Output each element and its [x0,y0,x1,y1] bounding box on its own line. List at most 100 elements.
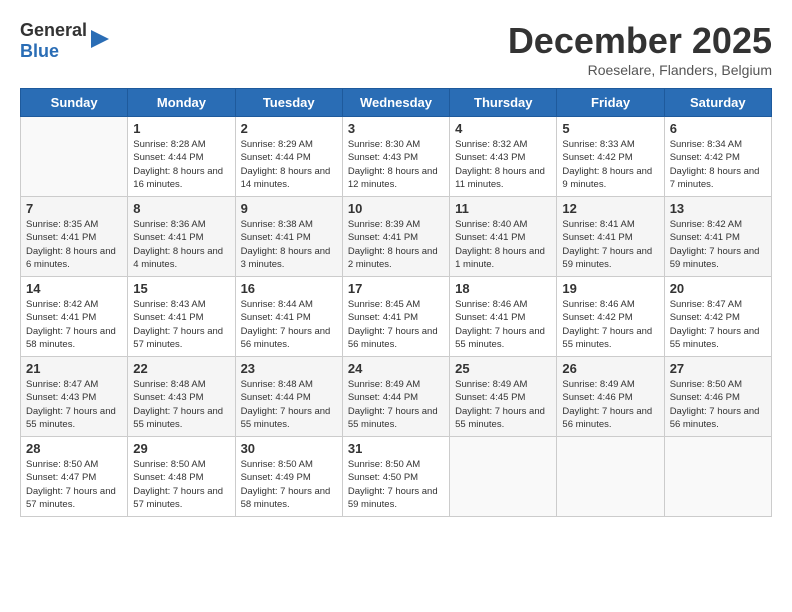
day-cell: 22Sunrise: 8:48 AMSunset: 4:43 PMDayligh… [128,357,235,437]
day-cell: 17Sunrise: 8:45 AMSunset: 4:41 PMDayligh… [342,277,449,357]
day-number: 15 [133,281,229,296]
sunrise-label: Sunrise: 8:32 AM [455,139,527,150]
sunrise-label: Sunrise: 8:47 AM [26,379,98,390]
col-header-friday: Friday [557,89,664,117]
daylight-label: Daylight: 8 hours and 14 minutes. [241,166,331,190]
day-cell: 18Sunrise: 8:46 AMSunset: 4:41 PMDayligh… [450,277,557,357]
day-number: 25 [455,361,551,376]
sunset-label: Sunset: 4:42 PM [562,152,632,163]
sunset-label: Sunset: 4:41 PM [455,232,525,243]
col-header-saturday: Saturday [664,89,771,117]
day-number: 3 [348,121,444,136]
sunset-label: Sunset: 4:44 PM [241,152,311,163]
day-number: 24 [348,361,444,376]
day-number: 12 [562,201,658,216]
cell-content: Sunrise: 8:41 AMSunset: 4:41 PMDaylight:… [562,218,658,271]
sunrise-label: Sunrise: 8:50 AM [348,459,420,470]
day-number: 5 [562,121,658,136]
sunrise-label: Sunrise: 8:40 AM [455,219,527,230]
sunset-label: Sunset: 4:42 PM [670,312,740,323]
day-cell [450,437,557,517]
day-cell [664,437,771,517]
day-number: 21 [26,361,122,376]
daylight-label: Daylight: 7 hours and 59 minutes. [348,486,438,510]
cell-content: Sunrise: 8:38 AMSunset: 4:41 PMDaylight:… [241,218,337,271]
logo-triangle-icon [89,28,111,50]
daylight-label: Daylight: 7 hours and 58 minutes. [241,486,331,510]
sunrise-label: Sunrise: 8:48 AM [241,379,313,390]
day-cell: 15Sunrise: 8:43 AMSunset: 4:41 PMDayligh… [128,277,235,357]
day-number: 1 [133,121,229,136]
cell-content: Sunrise: 8:42 AM Sunset: 4:41 PM Daylight:… [670,218,766,271]
day-number: 16 [241,281,337,296]
sunset-label: Sunset: 4:43 PM [455,152,525,163]
col-header-sunday: Sunday [21,89,128,117]
sunset-label: Sunset: 4:41 PM [455,312,525,323]
cell-content: Sunrise: 8:32 AMSunset: 4:43 PMDaylight:… [455,138,551,191]
week-row-5: 28Sunrise: 8:50 AMSunset: 4:47 PMDayligh… [21,437,772,517]
day-cell: 8Sunrise: 8:36 AMSunset: 4:41 PMDaylight… [128,197,235,277]
sunset-label: Sunset: 4:41 PM [348,312,418,323]
daylight-label: Daylight: 7 hours and 55 minutes. [133,406,223,430]
sunrise-label: Sunrise: 8:50 AM [133,459,205,470]
day-cell: 13Sunrise: 8:42 AMSunset: 4:41 PMDayligh… [664,197,771,277]
sunrise-label: Sunrise: 8:42 AM [670,219,742,230]
sunset-label: Sunset: 4:43 PM [26,392,96,403]
day-cell: 4Sunrise: 8:32 AMSunset: 4:43 PMDaylight… [450,117,557,197]
daylight-label: Daylight: 7 hours and 56 minutes. [670,406,760,430]
cell-content: Sunrise: 8:33 AMSunset: 4:42 PMDaylight:… [562,138,658,191]
day-number: 2 [241,121,337,136]
sunrise-label: Sunrise: 8:46 AM [562,299,634,310]
day-cell: 9 Sunrise: 8:38 AMSunset: 4:41 PMDaylight… [235,197,342,277]
day-cell: 30Sunrise: 8:50 AMSunset: 4:49 PMDayligh… [235,437,342,517]
day-cell: 26Sunrise: 8:49 AMSunset: 4:46 PMDayligh… [557,357,664,437]
day-number: 23 [241,361,337,376]
daylight-label: Daylight: 8 hours and 4 minutes. [133,246,223,270]
sunset-label: Sunset: 4:46 PM [562,392,632,403]
sunset-label: Sunset: 4:41 PM [241,312,311,323]
cell-content: Sunrise: 8:42 AMSunset: 4:41 PMDaylight:… [26,298,122,351]
day-number: 18 [455,281,551,296]
sunset-label: Sunset: 4:41 PM [133,232,203,243]
sunset-label: Sunset: 4:46 PM [670,392,740,403]
daylight-label: Daylight: 8 hours and 6 minutes. [26,246,116,270]
day-cell: 23Sunrise: 8:48 AMSunset: 4:44 PMDayligh… [235,357,342,437]
day-cell: 31Sunrise: 8:50 AMSunset: 4:50 PMDayligh… [342,437,449,517]
day-number: 7 [26,201,122,216]
daylight-label: Daylight: 7 hours and 57 minutes. [133,486,223,510]
day-cell: 12 Sunrise: 8:41 AMSunset: 4:41 PMDayligh… [557,197,664,277]
sunrise-label: Sunrise: 8:28 AM [133,139,205,150]
cell-content: Sunrise: 8:48 AMSunset: 4:43 PMDaylight:… [133,378,229,431]
day-number: 17 [348,281,444,296]
sunset-label: Sunset: 4:41 PM [562,232,632,243]
day-cell: 29Sunrise: 8:50 AMSunset: 4:48 PMDayligh… [128,437,235,517]
cell-content: Sunrise: 8:50 AMSunset: 4:49 PMDaylight:… [241,458,337,511]
day-number: 26 [562,361,658,376]
sunrise-label: Sunrise: 8:39 AM [348,219,420,230]
day-cell: 19Sunrise: 8:46 AMSunset: 4:42 PMDayligh… [557,277,664,357]
week-row-3: 14Sunrise: 8:42 AMSunset: 4:41 PMDayligh… [21,277,772,357]
daylight-label: Daylight: 7 hours and 59 minutes. [670,246,760,270]
logo: General Blue [20,20,111,61]
sunset-label: Sunset: 4:43 PM [133,392,203,403]
sunrise-label: Sunrise: 8:49 AM [348,379,420,390]
day-cell [21,117,128,197]
col-header-tuesday: Tuesday [235,89,342,117]
day-cell: 21Sunrise: 8:47 AMSunset: 4:43 PMDayligh… [21,357,128,437]
day-cell: 7Sunrise: 8:35 AMSunset: 4:41 PMDaylight… [21,197,128,277]
cell-content: Sunrise: 8:49 AMSunset: 4:45 PMDaylight:… [455,378,551,431]
daylight-label: Daylight: 8 hours and 12 minutes. [348,166,438,190]
day-number: 27 [670,361,766,376]
sunset-label: Sunset: 4:41 PM [670,232,740,243]
logo-blue: Blue [20,41,59,62]
day-cell [557,437,664,517]
sunrise-label: Sunrise: 8:42 AM [26,299,98,310]
cell-content: Sunrise: 8:46 AMSunset: 4:42 PMDaylight:… [562,298,658,351]
day-number: 29 [133,441,229,456]
sunset-label: Sunset: 4:41 PM [241,232,311,243]
daylight-label: Daylight: 7 hours and 55 minutes. [455,326,545,350]
cell-content: Sunrise: 8:29 AMSunset: 4:44 PMDaylight:… [241,138,337,191]
day-number: 9 [241,201,337,216]
cell-content: Sunrise: 8:47 AMSunset: 4:42 PMDaylight:… [670,298,766,351]
day-cell: 16Sunrise: 8:44 AMSunset: 4:41 PMDayligh… [235,277,342,357]
